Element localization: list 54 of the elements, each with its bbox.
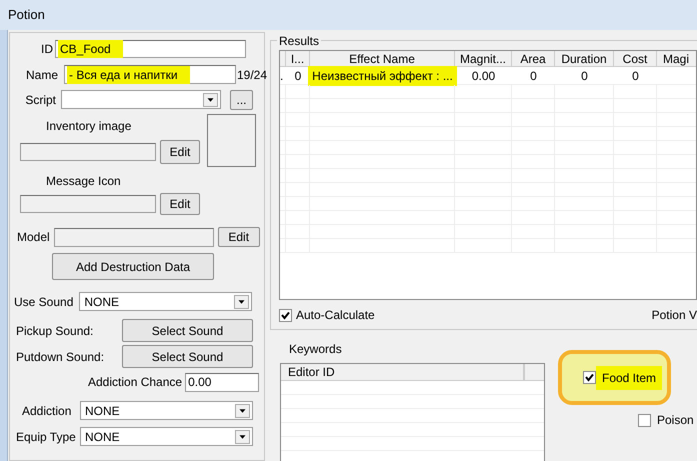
field-label: ID bbox=[40, 41, 54, 58]
field-label: Script bbox=[24, 92, 56, 108]
select-sound-button[interactable]: Select Sound bbox=[122, 345, 253, 368]
message-icon-field[interactable] bbox=[20, 195, 156, 213]
image-preview bbox=[207, 114, 256, 167]
field-value: - Вся еда и напитки bbox=[67, 66, 190, 84]
field-label: Pickup Sound: bbox=[16, 322, 94, 340]
column-header[interactable]: Magi bbox=[657, 51, 696, 66]
add-destruction-data-button[interactable]: Add Destruction Data bbox=[52, 253, 214, 280]
table-cell-text: 0 bbox=[530, 68, 537, 84]
select-sound-button[interactable]: Select Sound bbox=[122, 319, 253, 342]
script-dropdown[interactable] bbox=[61, 90, 221, 109]
checkbox-label: Food Item bbox=[596, 366, 662, 390]
field-label: Addiction bbox=[22, 402, 72, 420]
addiction-dropdown[interactable]: NONE bbox=[80, 401, 253, 420]
table-cell: Неизвестный эффект : ... bbox=[308, 66, 457, 86]
edit-button[interactable]: Edit bbox=[160, 193, 200, 215]
checkbox[interactable] bbox=[279, 308, 292, 322]
id-field[interactable]: CB_Food bbox=[55, 40, 246, 58]
field-value: CB_Food bbox=[58, 40, 123, 58]
checkbox-label: Poison bbox=[657, 412, 694, 429]
table-cell-text: 0 bbox=[581, 68, 588, 84]
field-label: Use Sound bbox=[14, 294, 74, 310]
character-counter: 19/24 bbox=[237, 66, 268, 84]
field-label: Addiction Chance bbox=[88, 374, 182, 391]
edit-button[interactable]: Edit bbox=[160, 140, 200, 164]
equip-type-dropdown[interactable]: NONE bbox=[80, 427, 253, 446]
checkbox-label: Auto-Calculate bbox=[296, 307, 375, 324]
field-label: Putdown Sound: bbox=[16, 348, 106, 366]
column-header[interactable]: Duration bbox=[555, 51, 614, 66]
addiction-chance-field[interactable]: 0.00 bbox=[185, 372, 260, 392]
section-title: Keywords bbox=[289, 341, 343, 358]
browse-button[interactable]: ... bbox=[230, 90, 253, 110]
field-label: Inventory image bbox=[46, 118, 132, 135]
model-field[interactable] bbox=[54, 228, 214, 246]
keywords-list[interactable]: Editor ID bbox=[280, 363, 545, 461]
field-label: Name bbox=[24, 66, 58, 84]
column-header[interactable]: Cost bbox=[614, 51, 657, 66]
checkbox[interactable] bbox=[638, 414, 651, 426]
checkbox[interactable] bbox=[583, 371, 596, 384]
field-label: Model bbox=[17, 229, 50, 246]
inventory-image-field[interactable] bbox=[20, 143, 156, 161]
table-cell-text: 0 bbox=[294, 68, 302, 84]
field-label: Potion V bbox=[652, 307, 697, 324]
column-header[interactable]: Area bbox=[512, 51, 555, 66]
edit-button[interactable]: Edit bbox=[218, 227, 260, 247]
field-label: Equip Type bbox=[16, 428, 77, 446]
table-cell-text: 0 bbox=[632, 68, 639, 84]
use-sound-dropdown[interactable]: NONE bbox=[79, 292, 252, 311]
row-indicator: . bbox=[280, 70, 284, 82]
field-label: Message Icon bbox=[46, 173, 122, 190]
table-cell-text: 0.00 bbox=[472, 68, 496, 84]
window-title: Potion bbox=[8, 6, 45, 24]
name-field[interactable]: - Вся еда и напитки bbox=[64, 65, 236, 84]
